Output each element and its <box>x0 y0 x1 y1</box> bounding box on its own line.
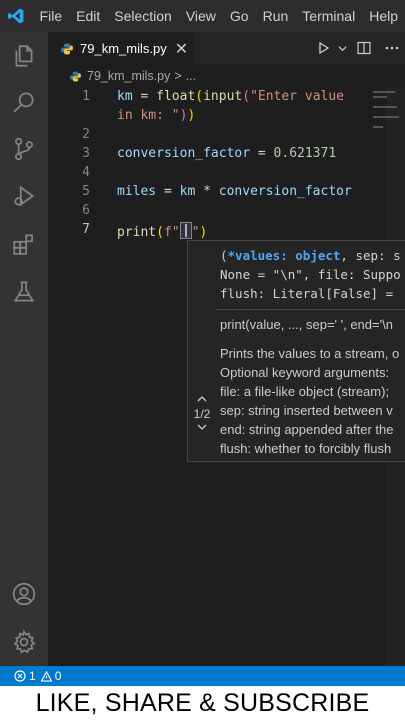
split-editor-icon[interactable] <box>349 32 379 64</box>
active-parameter: *values: object <box>227 248 341 263</box>
banner-text: LIKE, SHARE & SUBSCRIBE <box>35 688 370 717</box>
line-number: 5 <box>82 184 90 199</box>
menu-view[interactable]: View <box>179 0 223 32</box>
minimap[interactable] <box>371 88 405 178</box>
menu-run[interactable]: Run <box>256 0 296 32</box>
explorer-icon[interactable] <box>0 32 48 80</box>
line-number: 4 <box>82 165 90 180</box>
warning-icon <box>40 670 52 682</box>
code-line-3: conversion_factor = 0.621371 <box>117 146 337 161</box>
chevron-up-icon[interactable] <box>188 393 216 407</box>
run-debug-icon[interactable] <box>0 172 48 220</box>
menu-terminal[interactable]: Terminal <box>295 0 362 32</box>
more-actions-icon[interactable] <box>379 32 405 64</box>
menu-help[interactable]: Help <box>362 0 405 32</box>
menu-edit[interactable]: Edit <box>69 0 107 32</box>
divider <box>216 309 405 310</box>
signature-overload: print(value, ..., sep=' ', end='\n <box>220 317 393 332</box>
code-line-1: km = float(input("Enter value <box>117 89 344 104</box>
menu-bar: File Edit Selection View Go Run Terminal… <box>0 0 405 32</box>
testing-icon[interactable] <box>0 268 48 316</box>
breadcrumb-more[interactable]: ... <box>186 69 196 83</box>
signature-help-popup: (*values: object, sep: s None = "\n", fi… <box>187 240 405 462</box>
breadcrumb: 79_km_mils.py > ... <box>48 64 405 88</box>
settings-gear-icon[interactable] <box>0 618 48 666</box>
search-icon[interactable] <box>0 78 48 126</box>
error-count: 1 <box>29 669 36 683</box>
menu-selection[interactable]: Selection <box>107 0 179 32</box>
code-line-7: print(f" ") <box>117 222 207 240</box>
chevron-down-icon[interactable] <box>188 421 216 435</box>
account-icon[interactable] <box>0 570 48 618</box>
breadcrumb-separator: > <box>174 69 182 83</box>
error-icon <box>14 670 26 682</box>
chevron-down-icon[interactable] <box>335 32 349 64</box>
status-bar: 1 0 <box>0 666 405 686</box>
code-line-5: miles = km * conversion_factor <box>117 184 352 199</box>
menu-go[interactable]: Go <box>223 0 256 32</box>
menu-file[interactable]: File <box>33 0 70 32</box>
editor-tab-bar: 79_km_mils.py ✕ <box>48 32 405 64</box>
tab-79-km-mils-py[interactable]: 79_km_mils.py ✕ <box>48 32 194 64</box>
code-line-1-wrap: in km: ")) <box>117 108 196 123</box>
signature-text: (*values: object, sep: s None = "\n", fi… <box>220 248 401 301</box>
run-python-file-icon[interactable] <box>313 32 335 64</box>
overload-counter: 1/2 <box>193 407 211 421</box>
editor-actions <box>313 32 405 64</box>
close-icon[interactable]: ✕ <box>175 40 188 57</box>
line-number: 2 <box>82 127 90 142</box>
activity-bar <box>0 32 48 666</box>
warning-count: 0 <box>54 669 62 683</box>
breadcrumb-file[interactable]: 79_km_mils.py <box>87 69 170 83</box>
overload-navigator: 1/2 <box>188 393 216 435</box>
vscode-logo-icon <box>0 0 33 32</box>
signature-documentation: print(value, ..., sep=' ', end='\n Prints… <box>220 317 400 456</box>
line-number: 3 <box>82 146 90 161</box>
source-control-icon[interactable] <box>0 125 48 173</box>
tab-label: 79_km_mils.py <box>80 41 167 56</box>
extensions-icon[interactable] <box>0 220 48 268</box>
line-number: 1 <box>82 89 90 104</box>
line-number-active: 7 <box>82 222 90 237</box>
text-cursor <box>179 222 192 239</box>
python-file-icon <box>68 69 82 83</box>
python-file-icon <box>60 42 74 56</box>
problems-indicator[interactable]: 1 0 <box>14 669 61 683</box>
subscribe-banner: LIKE, SHARE & SUBSCRIBE <box>0 686 405 720</box>
line-number: 6 <box>82 203 90 218</box>
